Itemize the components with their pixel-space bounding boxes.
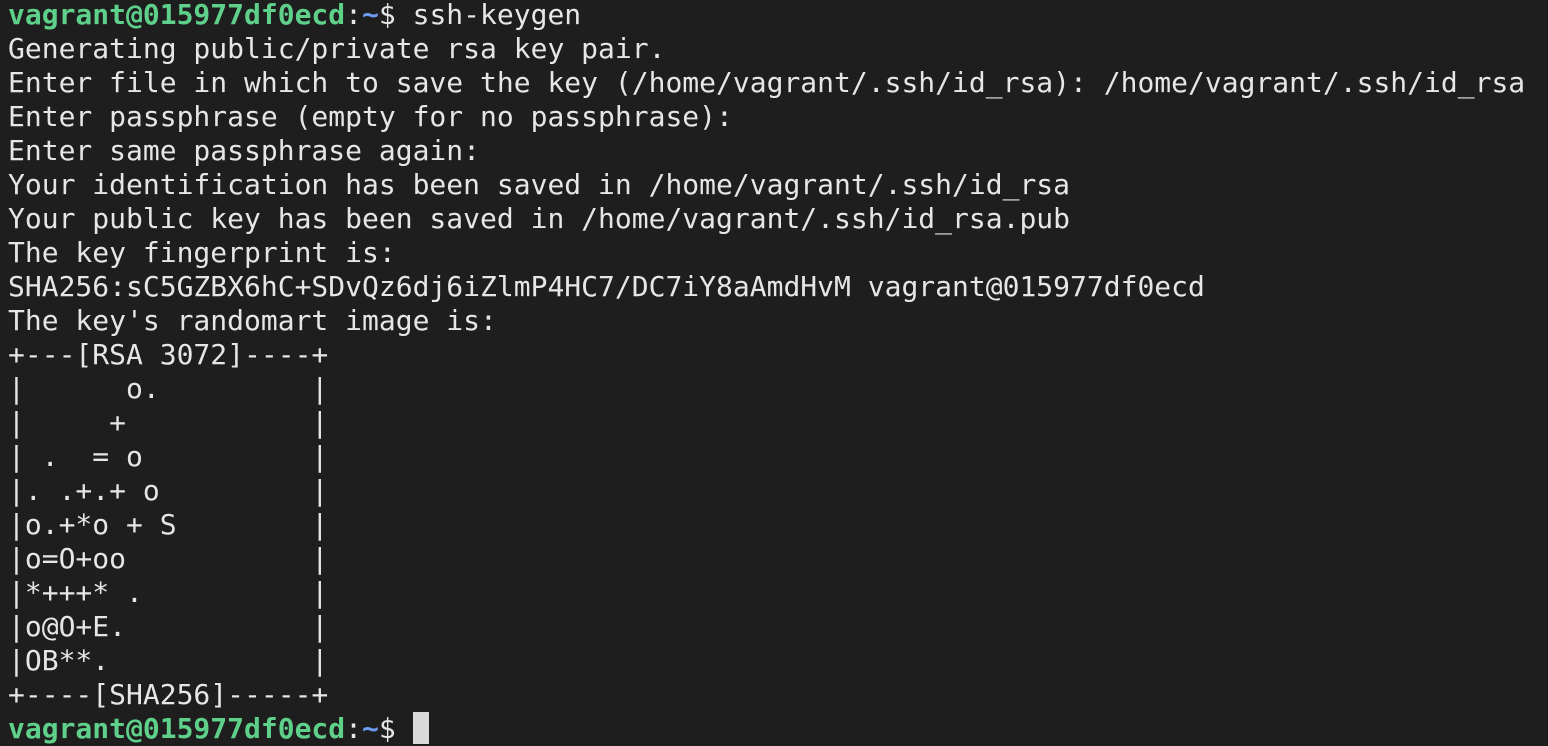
output-line: Enter same passphrase again: [8, 134, 481, 167]
randomart-line: +---[RSA 3072]----+ [8, 338, 329, 371]
text-cursor[interactable] [412, 712, 429, 744]
prompt-user-host: vagrant@015977df0ecd [8, 712, 346, 745]
output-line: Generating public/private rsa key pair. [8, 32, 666, 65]
prompt-colon: : [345, 712, 363, 745]
randomart-line: |OB**. | [8, 644, 329, 677]
command-text: ssh-keygen [412, 0, 582, 31]
randomart-line: |. .+.+ o | [8, 474, 329, 507]
terminal-window[interactable]: vagrant@015977df0ecd:~$ ssh-keygen Gener… [0, 0, 1548, 746]
output-line: The key fingerprint is: [8, 236, 396, 269]
randomart-line: |o=O+oo | [8, 542, 329, 575]
randomart-line: |o.+*o + S | [8, 508, 329, 541]
prompt-line[interactable]: vagrant@015977df0ecd:~$ [8, 712, 1548, 746]
prompt-user-host: vagrant@015977df0ecd [8, 0, 346, 31]
randomart-line: | o. | [8, 372, 329, 405]
randomart-line: | + | [8, 406, 329, 439]
output-line: The key's randomart image is: [8, 304, 497, 337]
randomart-line: |*+++* . | [8, 576, 329, 609]
randomart-line: |o@O+E. | [8, 610, 329, 643]
prompt-path: ~ [362, 712, 379, 745]
fingerprint-line: SHA256:sC5GZBX6hC+SDvQz6dj6iZlmP4HC7/DC7… [8, 270, 1205, 303]
output-line: Your identification has been saved in /h… [8, 168, 1071, 201]
prompt-colon: : [345, 0, 363, 31]
randomart-line: +----[SHA256]-----+ [8, 678, 329, 711]
prompt-symbol: $ [378, 712, 413, 745]
command-line: vagrant@015977df0ecd:~$ ssh-keygen [8, 0, 1548, 32]
output-line: Your public key has been saved in /home/… [8, 202, 1071, 235]
prompt-symbol: $ [378, 0, 413, 31]
randomart-line: | . = o | [8, 440, 329, 473]
output-line: Enter file in which to save the key (/ho… [8, 66, 1526, 99]
output-line: Enter passphrase (empty for no passphras… [8, 100, 733, 133]
prompt-path: ~ [362, 0, 379, 31]
